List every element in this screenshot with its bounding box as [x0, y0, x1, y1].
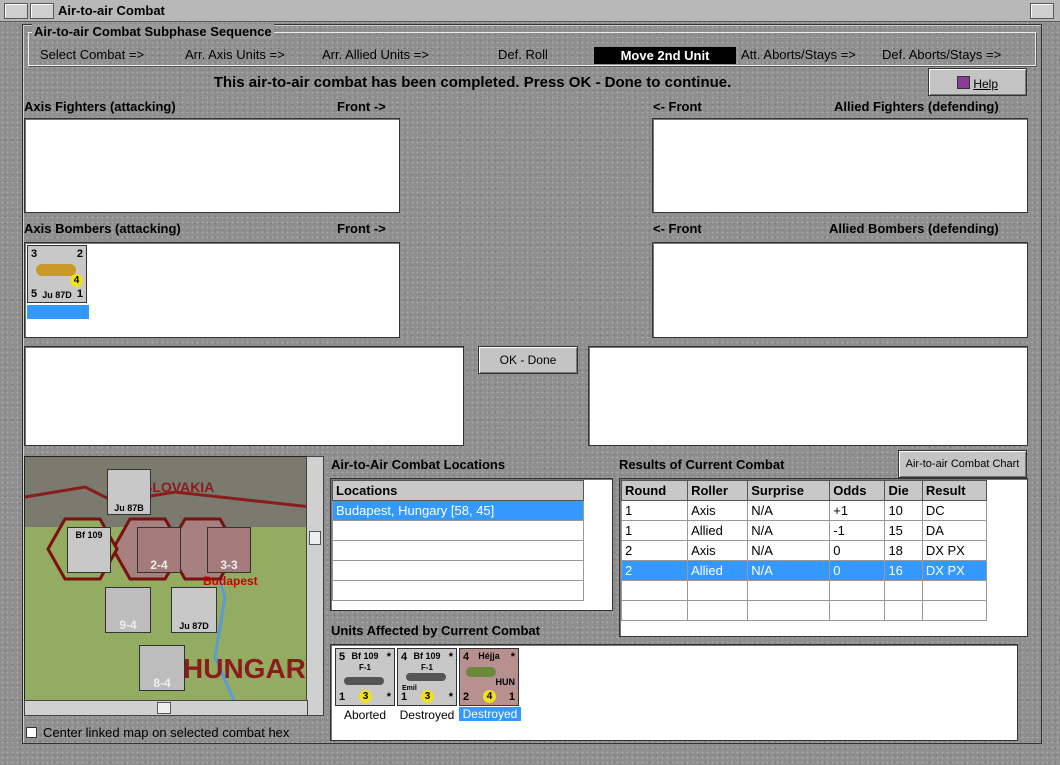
axis-info-panel [24, 346, 464, 446]
ju87d-counter[interactable]: 3 2 4 5 Ju 87D 1 [27, 245, 87, 303]
map-counter-9-4[interactable]: 9-4 [105, 587, 151, 633]
vscroll-thumb[interactable] [309, 531, 321, 545]
step-def-roll: Def. Roll [498, 47, 548, 62]
affected-unit-1[interactable]: 5 Bf 109 * F-1 1 3 * [335, 648, 395, 706]
counter-top-right: 2 [76, 248, 83, 260]
map-counter-2-4[interactable]: 2-4 [137, 527, 181, 573]
allied-bombers-panel[interactable] [652, 242, 1028, 338]
results-header-row: Round Roller Surprise Odds Die Result [620, 480, 988, 501]
axis-bombers-front-label: Front -> [337, 221, 386, 236]
plane-icon [36, 264, 76, 276]
close-button[interactable] [1030, 3, 1054, 19]
axis-fighters-panel[interactable] [24, 118, 400, 213]
help-book-icon [956, 76, 970, 89]
allied-fighters-front-label: <- Front [653, 99, 702, 114]
die-icon: 3 [421, 690, 434, 703]
location-row[interactable] [332, 580, 584, 601]
unit-status-destroyed: Destroyed [399, 708, 455, 722]
step-select-combat: Select Combat => [40, 47, 145, 62]
results-panel: Round Roller Surprise Odds Die Result 1A… [619, 478, 1028, 637]
die-icon: 4 [483, 690, 496, 703]
plane-icon [406, 673, 446, 681]
map-counter-ju87d[interactable]: Ju 87D [171, 587, 217, 633]
counter-selection-bar [27, 305, 89, 319]
center-linked-checkbox[interactable] [26, 727, 37, 738]
affected-unit-2[interactable]: 4 Bf 109 * F-1 Emil 1 3 * [397, 648, 457, 706]
window-title: Air-to-air Combat [58, 3, 165, 18]
step-def-aborts: Def. Aborts/Stays => [882, 47, 1002, 62]
plane-icon [466, 667, 496, 677]
map-horizontal-scrollbar[interactable] [24, 700, 308, 716]
step-att-aborts: Att. Aborts/Stays => [741, 47, 856, 62]
axis-bombers-panel[interactable]: 3 2 4 5 Ju 87D 1 [24, 242, 400, 338]
step-arr-axis: Arr. Axis Units => [185, 47, 285, 62]
results-table: Round Roller Surprise Odds Die Result 1A… [620, 480, 988, 621]
axis-fighters-label: Axis Fighters (attacking) [24, 99, 176, 114]
combat-chart-button[interactable]: Air-to-air Combat Chart [898, 450, 1027, 478]
title-bar: Air-to-air Combat [0, 0, 1060, 22]
locations-panel: Locations Budapest, Hungary [58, 45] [330, 478, 613, 611]
table-row[interactable]: 2 Allied N/A 0 16 DX PX [620, 560, 988, 581]
step-arr-allied: Arr. Allied Units => [322, 47, 429, 62]
locations-header: Locations [332, 480, 584, 501]
status-message: This air-to-air combat has been complete… [213, 74, 732, 91]
table-row[interactable] [620, 600, 988, 621]
map-counter-ju87b[interactable]: Ju 87B [107, 469, 151, 515]
unit-status-destroyed-selected: Destroyed [459, 707, 521, 721]
plane-icon [344, 677, 384, 685]
table-row[interactable] [620, 580, 988, 601]
location-row[interactable] [332, 560, 584, 581]
map-label-budapest: Budapest [203, 574, 258, 588]
table-row[interactable]: 1 Allied N/A -1 15 DA [620, 520, 988, 541]
table-row[interactable]: 2 Axis N/A 0 18 DX PX [620, 540, 988, 561]
map-label-slovakia: SLOVAKIA [143, 479, 215, 495]
die-icon: 4 [70, 274, 83, 287]
allied-fighters-label: Allied Fighters (defending) [834, 99, 999, 114]
restore-button[interactable] [30, 3, 54, 19]
sequence-legend: Air-to-air Combat Subphase Sequence [32, 24, 274, 39]
location-row[interactable]: Budapest, Hungary [58, 45] [332, 500, 584, 521]
map-vertical-scrollbar[interactable] [306, 456, 324, 716]
center-linked-label: Center linked map on selected combat hex [43, 725, 290, 740]
unit-status-aborted: Aborted [343, 708, 387, 722]
results-title: Results of Current Combat [619, 457, 785, 472]
affected-title: Units Affected by Current Combat [331, 623, 540, 638]
locations-table: Locations Budapest, Hungary [58, 45] [332, 480, 584, 601]
system-menu-button[interactable] [4, 3, 28, 19]
locations-title: Air-to-Air Combat Locations [331, 457, 506, 472]
die-icon: 3 [359, 690, 372, 703]
location-row[interactable] [332, 540, 584, 561]
affected-unit-3[interactable]: 4 Héjja * HUN 2 4 1 [459, 648, 519, 706]
table-row[interactable]: 1 Axis N/A +1 10 DC [620, 500, 988, 521]
map-counter-3-3[interactable]: 3-3 [207, 527, 251, 573]
counter-top-left: 3 [31, 248, 38, 260]
allied-fighters-panel[interactable] [652, 118, 1028, 213]
help-button-label: Help [973, 77, 999, 91]
allied-bombers-front-label: <- Front [653, 221, 702, 236]
ok-done-button[interactable]: OK - Done [478, 346, 578, 374]
location-row[interactable] [332, 520, 584, 541]
step-move-2nd-unit: Move 2nd Unit [594, 47, 736, 64]
affected-panel: 5 Bf 109 * F-1 1 3 * Aborted 4 Bf 109 * … [330, 644, 1018, 741]
axis-fighters-front-label: Front -> [337, 99, 386, 114]
map-view[interactable]: SLOVAKIA Budapest HUNGARY Ju 87B Bf 109 … [24, 456, 310, 702]
help-button[interactable]: Help [928, 68, 1027, 96]
allied-info-panel [588, 346, 1028, 446]
axis-bombers-label: Axis Bombers (attacking) [24, 221, 181, 236]
counter-bottom-right: 1 [76, 288, 83, 300]
allied-bombers-label: Allied Bombers (defending) [829, 221, 999, 236]
map-label-hungary: HUNGARY [183, 653, 310, 684]
map-counter-bf109[interactable]: Bf 109 [67, 527, 111, 573]
map-counter-8-4[interactable]: 8-4 [139, 645, 185, 691]
hscroll-thumb[interactable] [157, 702, 171, 714]
